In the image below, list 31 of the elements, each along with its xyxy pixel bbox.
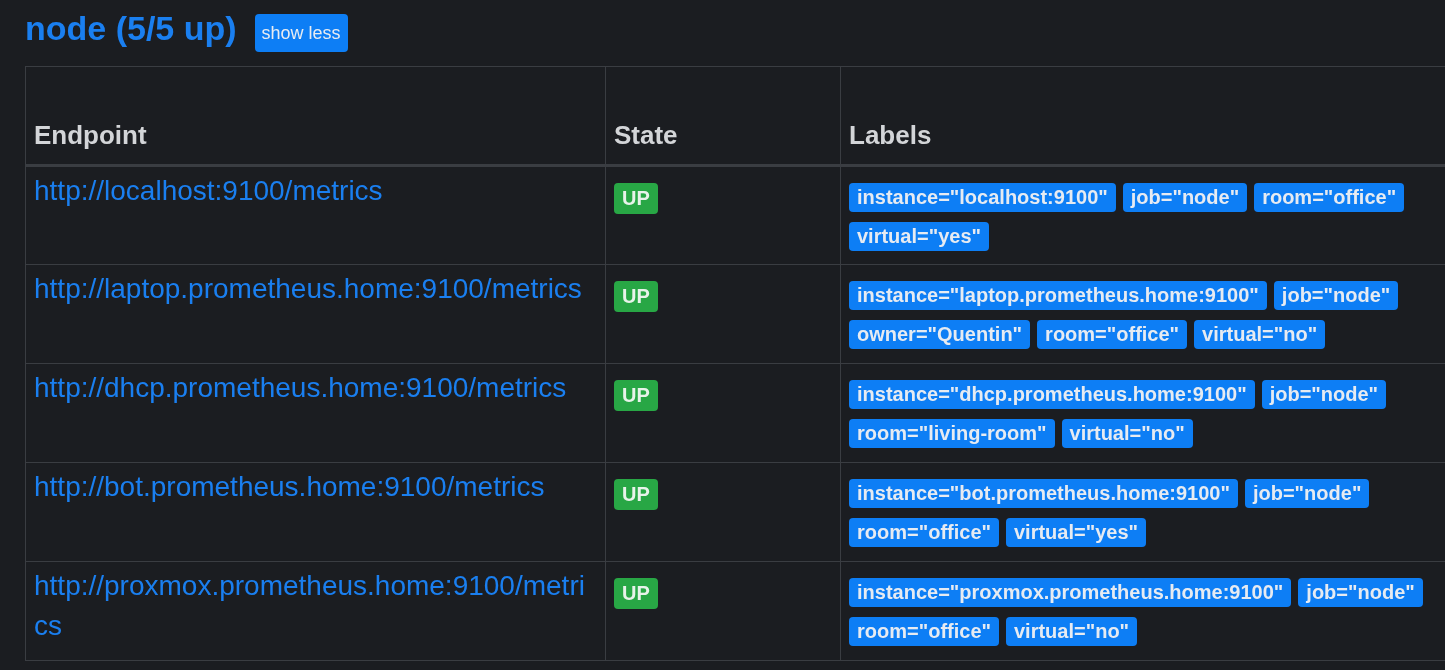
- label-badge: virtual="yes": [849, 222, 990, 251]
- label-badge: virtual="no": [1006, 617, 1138, 646]
- label-badge: instance="laptop.prometheus.home:9100": [849, 281, 1267, 310]
- state-badge: UP: [614, 281, 658, 312]
- label-badge: instance="proxmox.prometheus.home:9100": [849, 578, 1292, 607]
- label-badge: job="node": [1244, 479, 1370, 508]
- label-badge: virtual="no": [1061, 419, 1193, 448]
- label-badge: job="node": [1273, 281, 1399, 310]
- label-badge: job="node": [1298, 578, 1423, 607]
- column-header: State: [605, 66, 841, 166]
- label-badge: instance="dhcp.prometheus.home:9100": [849, 380, 1255, 409]
- label-badge: job="node": [1261, 380, 1387, 409]
- label-badge: room="office": [1037, 320, 1188, 349]
- show-less-button[interactable]: show less: [254, 14, 348, 52]
- state-badge: UP: [614, 479, 658, 510]
- label-badge: virtual="no": [1194, 320, 1326, 349]
- label-badge: room="office": [1254, 183, 1405, 212]
- state-badge: UP: [614, 380, 658, 411]
- column-header: Labels: [840, 66, 1445, 166]
- column-header: Endpoint: [25, 66, 606, 166]
- label-badge: room="office": [849, 518, 999, 547]
- label-badge: instance="localhost:9100": [849, 183, 1116, 212]
- state-badge: UP: [614, 183, 658, 214]
- state-badge: UP: [614, 578, 658, 609]
- label-badge: room="office": [849, 617, 999, 646]
- label-badge: instance="bot.prometheus.home:9100": [849, 479, 1238, 508]
- label-badge: job="node": [1122, 183, 1248, 212]
- label-badge: room="living-room": [849, 419, 1055, 448]
- job-title: node (5/5 up): [25, 8, 237, 48]
- label-badge: owner="Quentin": [849, 320, 1031, 349]
- label-badge: virtual="yes": [1006, 518, 1147, 547]
